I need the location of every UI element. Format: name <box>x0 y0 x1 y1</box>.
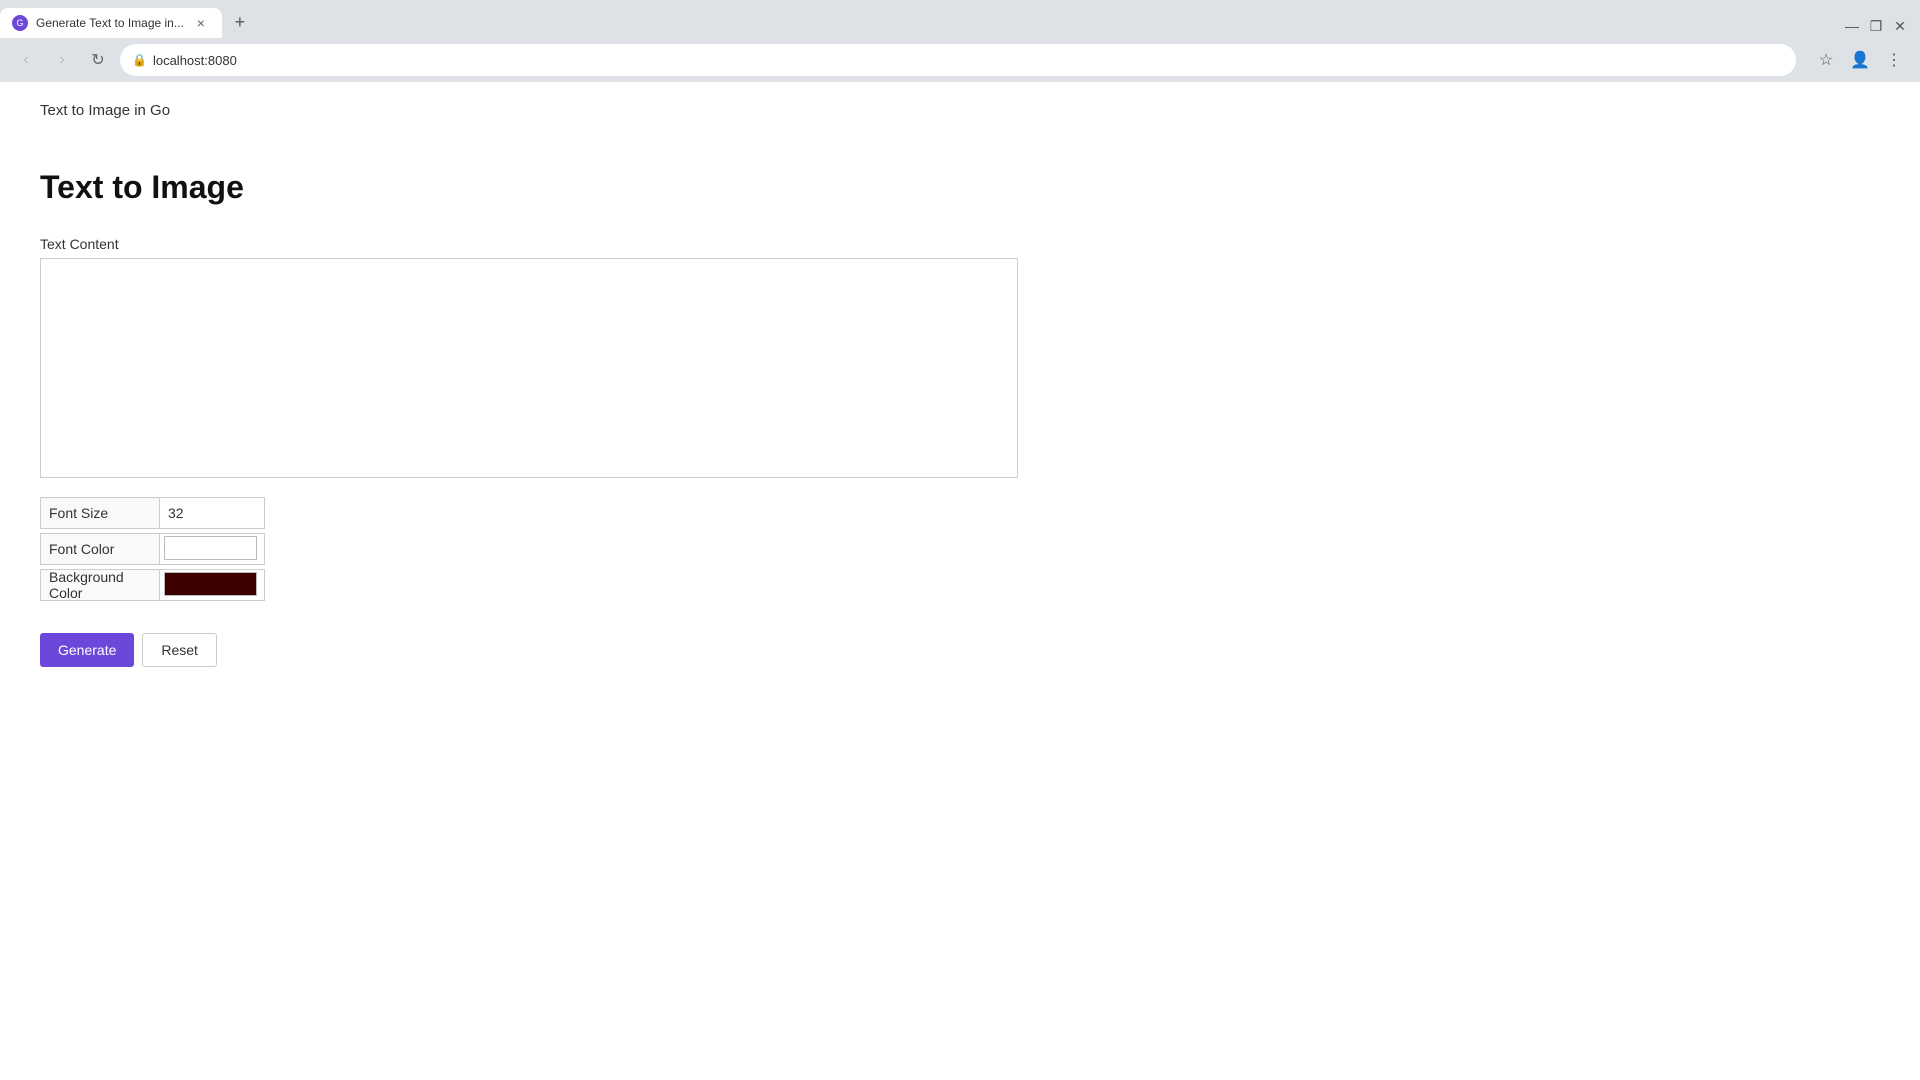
favicon-letter: G <box>16 18 23 28</box>
refresh-button[interactable]: ↻ <box>84 46 112 74</box>
page-content: Text to Image in Go Text to Image Text C… <box>0 82 1920 1080</box>
tab-title: Generate Text to Image in... <box>36 16 184 30</box>
font-color-label: Font Color <box>40 533 160 565</box>
generate-button[interactable]: Generate <box>40 633 134 667</box>
buttons-row: Generate Reset <box>40 633 1040 667</box>
background-color-row: Background Color <box>40 569 1040 601</box>
forward-icon: › <box>59 51 64 69</box>
page-inner: Text to Image in Go Text to Image Text C… <box>0 82 1920 687</box>
star-icon: ☆ <box>1819 50 1833 70</box>
tab-close-button[interactable]: × <box>192 14 210 32</box>
maximize-button[interactable]: ❐ <box>1868 18 1884 34</box>
menu-icon: ⋮ <box>1886 50 1902 70</box>
tab-favicon: G <box>12 15 28 31</box>
options-grid: Font Size Font Color Background Color <box>40 497 1040 601</box>
address-actions: ☆ 👤 ⋮ <box>1812 46 1908 74</box>
font-color-picker[interactable] <box>160 533 265 565</box>
new-tab-button[interactable]: + <box>226 8 254 36</box>
refresh-icon: ↻ <box>91 50 104 70</box>
page-subtitle: Text to Image in Go <box>40 102 1880 119</box>
active-tab[interactable]: G Generate Text to Image in... × <box>0 8 222 38</box>
address-bar[interactable]: 🔒 localhost:8080 <box>120 44 1796 76</box>
font-color-preview <box>164 536 257 560</box>
url-text: localhost:8080 <box>153 53 1784 68</box>
bookmark-button[interactable]: ☆ <box>1812 46 1840 74</box>
font-size-label: Font Size <box>40 497 160 529</box>
reset-button[interactable]: Reset <box>142 633 217 667</box>
browser-window: G Generate Text to Image in... × + — ❐ ✕… <box>0 0 1920 1080</box>
close-button[interactable]: ✕ <box>1892 18 1908 34</box>
text-content-label: Text Content <box>40 236 1040 252</box>
font-color-row: Font Color <box>40 533 1040 565</box>
lock-icon: 🔒 <box>132 53 147 67</box>
back-icon: ‹ <box>23 51 28 69</box>
background-color-picker[interactable] <box>160 569 265 601</box>
font-size-row: Font Size <box>40 497 1040 529</box>
profile-icon: 👤 <box>1850 50 1870 70</box>
minimize-button[interactable]: — <box>1844 18 1860 34</box>
window-controls: — ❐ ✕ <box>1844 18 1920 38</box>
text-content-input[interactable] <box>40 258 1018 478</box>
page-heading: Text to Image <box>40 169 1880 206</box>
tab-bar: G Generate Text to Image in... × + — ❐ ✕ <box>0 0 1920 38</box>
profile-button[interactable]: 👤 <box>1846 46 1874 74</box>
font-size-input[interactable] <box>160 497 265 529</box>
forward-button[interactable]: › <box>48 46 76 74</box>
form-section: Text Content Font Size Font Color <box>40 236 1040 667</box>
background-color-label: Background Color <box>40 569 160 601</box>
address-bar-row: ‹ › ↻ 🔒 localhost:8080 ☆ 👤 ⋮ <box>0 38 1920 82</box>
back-button[interactable]: ‹ <box>12 46 40 74</box>
background-color-preview <box>164 572 257 596</box>
menu-button[interactable]: ⋮ <box>1880 46 1908 74</box>
